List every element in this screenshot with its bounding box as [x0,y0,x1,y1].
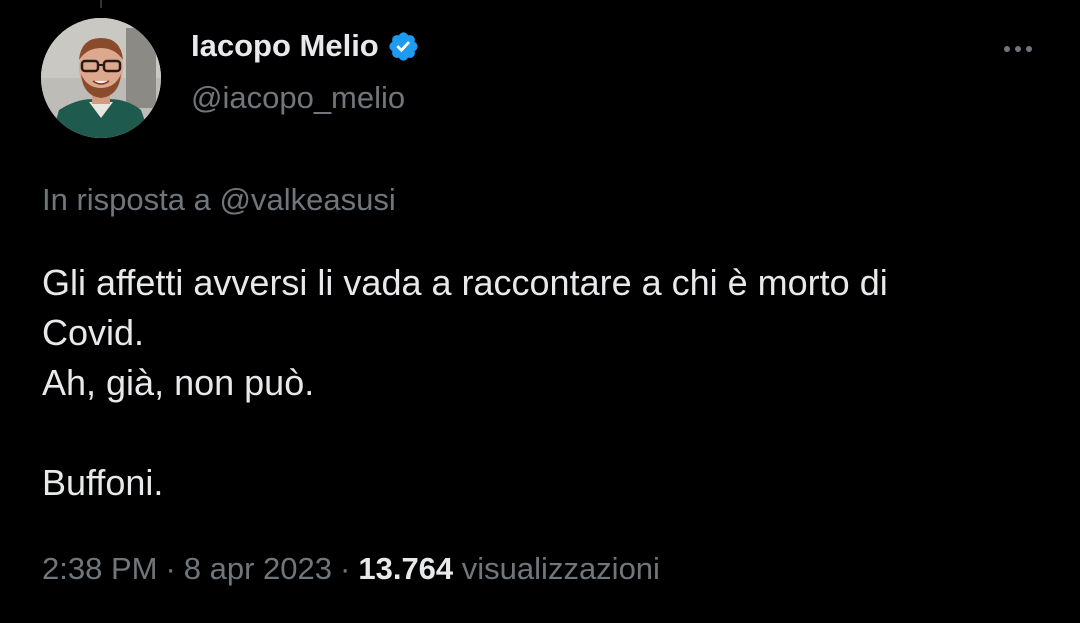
meta-separator: · [165,551,176,586]
more-horizontal-icon-dot [1015,46,1021,52]
views-count: 13.764 [358,551,454,586]
verified-badge-icon [387,30,420,63]
views-label: visualizzazioni [461,551,660,586]
reply-context: In risposta a @valkeasusi [42,182,396,218]
avatar[interactable] [41,18,161,138]
more-horizontal-icon-dot [1026,46,1032,52]
tweet-time[interactable]: 2:38 PM [42,551,157,586]
thread-connector-line [100,0,102,8]
more-horizontal-icon [1004,46,1010,52]
author-handle[interactable]: @iacopo_melio [191,80,405,116]
reply-prefix: In risposta a [42,182,211,217]
author-name-row: Iacopo Melio [191,28,420,64]
tweet-metadata: 2:38 PM · 8 apr 2023 · 13.764 visualizzazion… [42,551,660,587]
tweet-text: Gli affetti avversi li vada a raccontare… [42,258,1042,508]
avatar-photo [41,18,161,138]
tweet-text-line: Gli affetti avversi li vada a raccontare… [42,262,888,303]
reply-mention-link[interactable]: @valkeasusi [220,182,396,217]
meta-separator: · [340,551,351,586]
author-display-name[interactable]: Iacopo Melio [191,28,379,64]
tweet-text-line: Buffoni. [42,462,164,503]
more-options-button[interactable] [996,33,1040,65]
tweet-text-line: Covid. [42,312,145,353]
tweet-text-line: Ah, già, non può. [42,362,315,403]
tweet-date[interactable]: 8 apr 2023 [184,551,332,586]
